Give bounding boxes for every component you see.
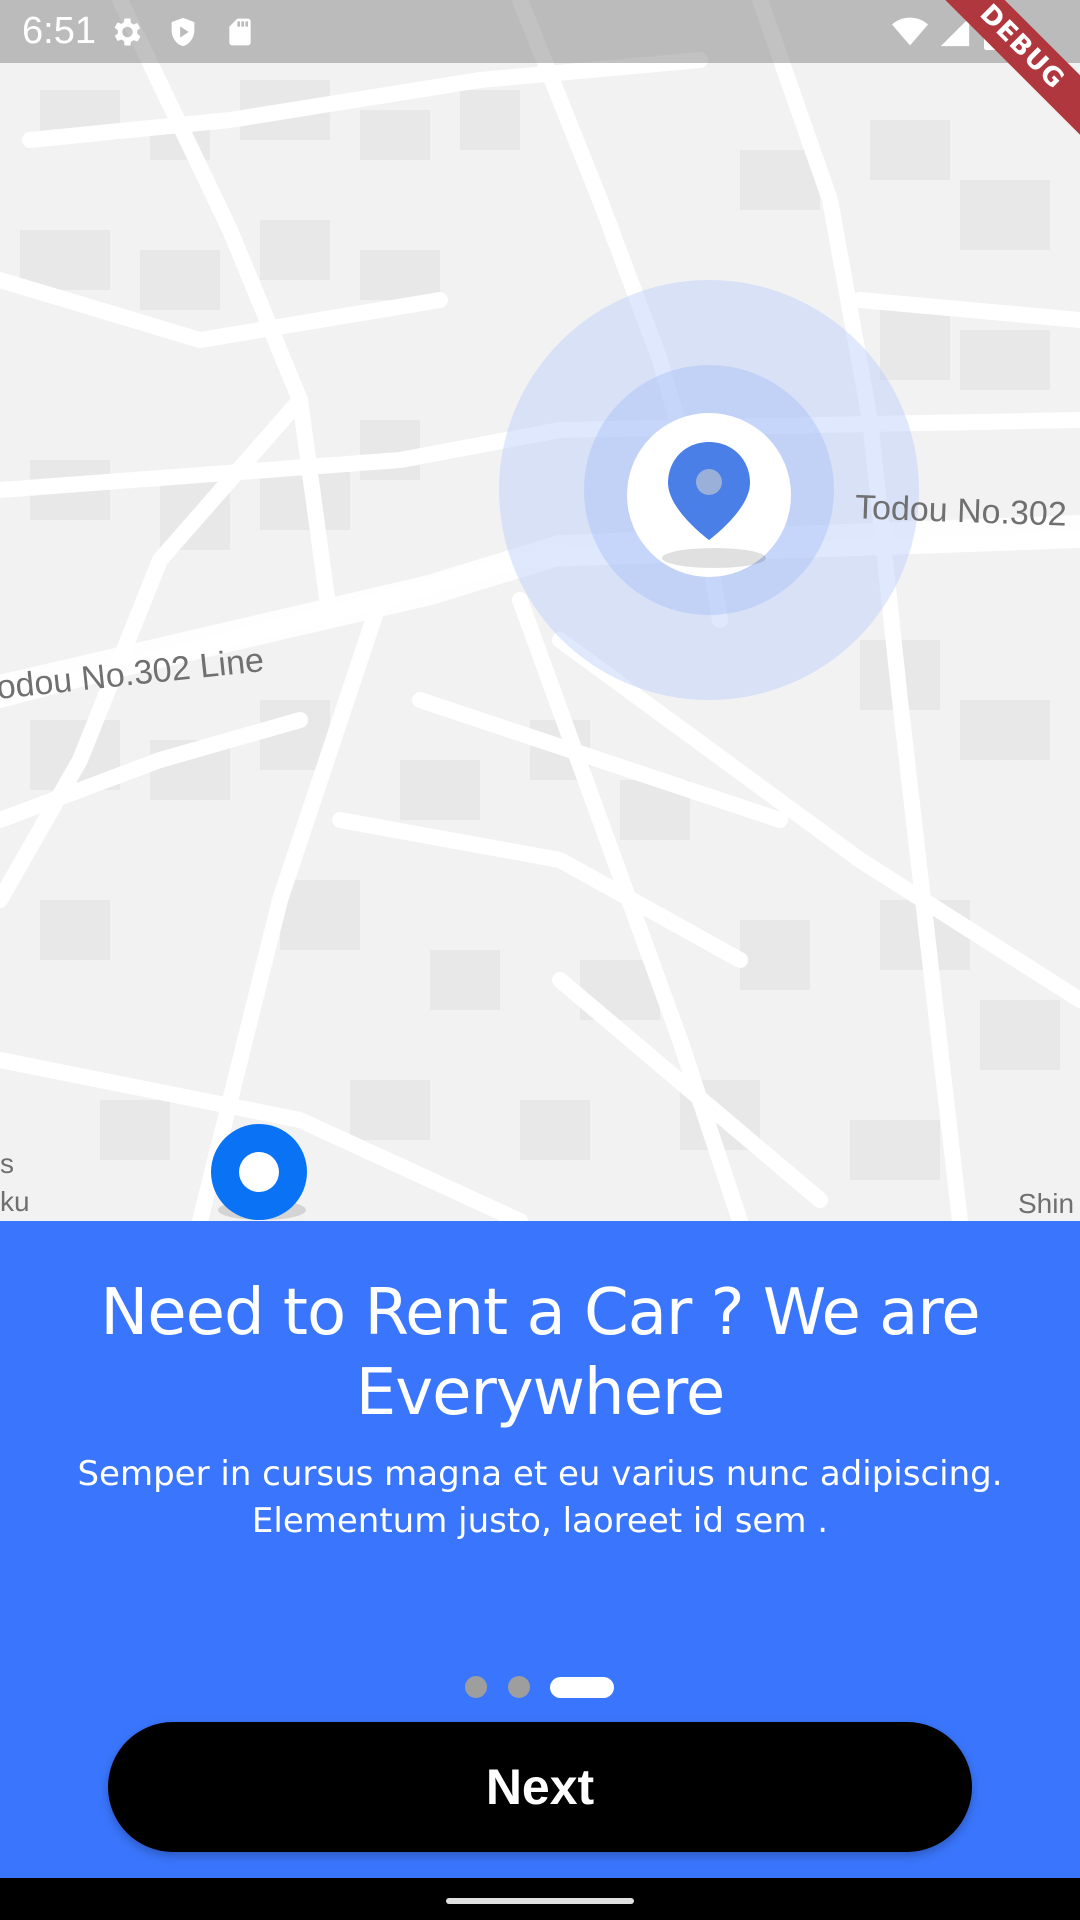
shield-icon (166, 14, 200, 55)
map-view[interactable]: Todou No.302 odou No.302 Line s ku Shin (0, 0, 1080, 1221)
app-screen: Todou No.302 odou No.302 Line s ku Shin … (0, 0, 1080, 1920)
home-gesture-handle[interactable] (446, 1898, 634, 1904)
map-area-label-shin: Shin (1018, 1188, 1075, 1219)
status-bar: 6:51 DEBUG (0, 0, 1080, 147)
map-area-label-s: s (0, 1148, 14, 1179)
next-button[interactable]: Next (108, 1722, 972, 1852)
onboarding-title: Need to Rent a Car ? We are Everywhere (100, 1276, 980, 1430)
onboarding-subtitle: Semper in cursus magna et eu varius nunc… (77, 1454, 1003, 1541)
onboarding-panel: Need to Rent a Car ? We are Everywhere S… (0, 1221, 1080, 1878)
navigation-bar (0, 1878, 1080, 1920)
page-dot-2[interactable] (508, 1676, 530, 1698)
map-area-label-ku: ku (0, 1186, 30, 1217)
status-time: 6:51 (22, 10, 96, 52)
page-dot-1[interactable] (465, 1676, 487, 1698)
page-indicator (0, 1674, 1080, 1698)
page-dot-3-active[interactable] (550, 1677, 614, 1698)
map-tiles (0, 0, 1080, 1221)
sd-card-icon (224, 14, 256, 55)
settings-icon (108, 14, 144, 55)
wifi-icon (890, 14, 930, 55)
map-road-label-right: Todou No.302 (854, 488, 1068, 534)
